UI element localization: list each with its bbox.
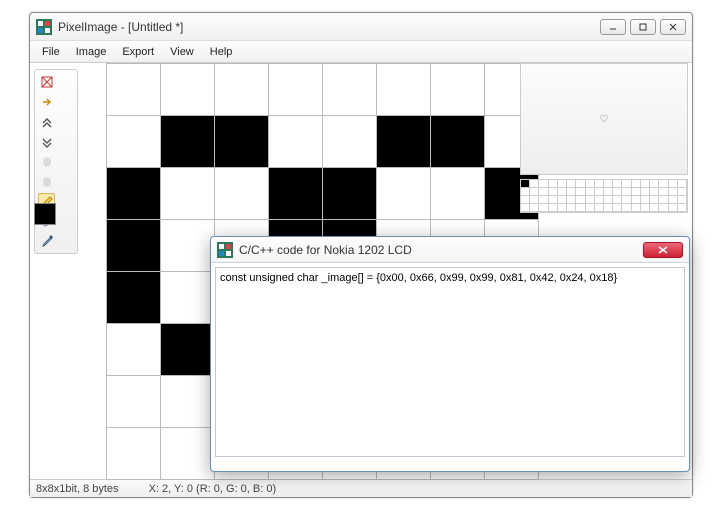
maximize-button[interactable] [630,19,656,35]
dialog-title: C/C++ code for Nokia 1202 LCD [239,243,643,257]
menu-view[interactable]: View [162,43,202,61]
pixel-cell[interactable] [107,324,161,376]
menu-file[interactable]: File [34,43,68,61]
pixel-cell[interactable] [161,168,215,220]
color-picker [34,203,78,225]
pixel-cell[interactable] [107,116,161,168]
pixel-cell[interactable] [377,116,431,168]
pixel-cell[interactable] [107,64,161,116]
pixel-cell[interactable] [161,376,215,428]
preview-large: ♡ [520,63,688,175]
menu-help[interactable]: Help [202,43,241,61]
preview-symbol: ♡ [600,114,609,125]
menu-image[interactable]: Image [68,43,115,61]
status-cursor: X: 2, Y: 0 (R: 0, G: 0, B: 0) [149,483,277,495]
pixel-cell[interactable] [323,116,377,168]
pixel-cell[interactable] [161,428,215,480]
pixel-cell[interactable] [269,168,323,220]
menu-export[interactable]: Export [114,43,162,61]
pixel-cell[interactable] [377,64,431,116]
minimize-button[interactable] [600,19,626,35]
pixel-cell[interactable] [161,64,215,116]
pixel-cell[interactable] [323,64,377,116]
pixel-cell[interactable] [323,168,377,220]
close-button[interactable] [660,19,686,35]
code-textarea[interactable] [215,267,685,457]
pixel-cell[interactable] [107,220,161,272]
tool-arrow-right-icon[interactable] [38,93,56,111]
dialog-icon [217,242,233,258]
tool-chevrons-down-icon[interactable] [38,133,56,151]
status-dimensions: 8x8x1bit, 8 bytes [36,483,119,495]
tool-chevrons-up-icon[interactable] [38,113,56,131]
pixel-cell[interactable] [269,64,323,116]
pixel-cell[interactable] [215,116,269,168]
menubar: File Image Export View Help [30,41,692,63]
pixel-cell[interactable] [107,428,161,480]
main-titlebar: PixelImage - [Untitled *] [30,13,692,41]
pixel-cell[interactable] [161,116,215,168]
window-controls [600,19,686,35]
pixel-cell[interactable] [161,220,215,272]
window-title: PixelImage - [Untitled *] [58,20,600,34]
tool-delete-icon[interactable] [38,73,56,91]
pixel-cell[interactable] [269,116,323,168]
dialog-body [211,263,689,464]
tool-shield-left-icon [38,153,56,171]
pixel-cell[interactable] [161,272,215,324]
statusbar: 8x8x1bit, 8 bytes X: 2, Y: 0 (R: 0, G: 0… [30,479,692,497]
pixel-cell[interactable] [161,324,215,376]
pixel-cell[interactable] [431,64,485,116]
toolbar [34,69,78,254]
preview-small-grid [520,179,688,213]
pixel-cell[interactable] [215,64,269,116]
pixel-cell[interactable] [431,116,485,168]
app-icon [36,19,52,35]
pixel-cell[interactable] [107,168,161,220]
tool-shield-right-icon [38,173,56,191]
dialog-close-button[interactable] [643,242,683,258]
dialog-titlebar: C/C++ code for Nokia 1202 LCD [211,237,689,263]
tool-eyedropper-icon[interactable] [38,232,56,250]
pixel-cell[interactable] [377,168,431,220]
primary-color-swatch[interactable] [34,203,56,225]
pixel-cell[interactable] [431,168,485,220]
pixel-cell[interactable] [215,168,269,220]
code-dialog: C/C++ code for Nokia 1202 LCD [210,236,690,472]
preview-panel: ♡ [520,63,688,213]
pixel-cell[interactable] [107,376,161,428]
pixel-cell[interactable] [107,272,161,324]
